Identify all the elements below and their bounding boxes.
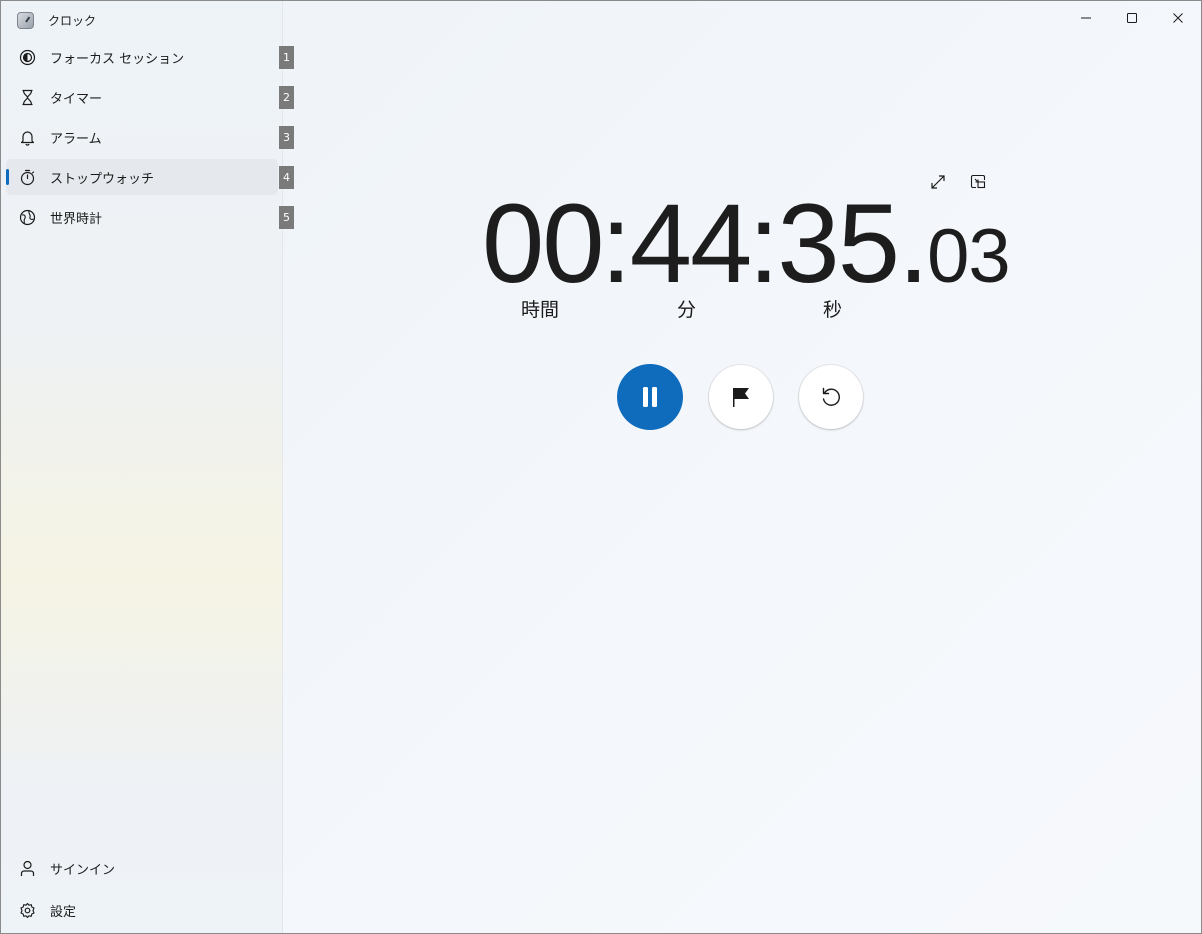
nav-label: アラーム: [50, 131, 102, 147]
hours-unit-label: 時間: [521, 299, 560, 321]
stopwatch-controls: [617, 364, 863, 430]
bell-icon: [18, 128, 36, 146]
seconds-unit-label: 秒: [823, 299, 843, 321]
stopwatch-panel: 00 : 44 : 35 . 03 時間 分 秒: [284, 1, 1201, 933]
hours-value: 00: [482, 181, 605, 306]
time-separator: :: [600, 181, 632, 306]
hourglass-icon: [18, 88, 36, 106]
flag-icon: [733, 388, 749, 407]
reset-icon: [822, 387, 840, 406]
fraction-value: 03: [927, 214, 1011, 299]
app-title: クロック: [48, 13, 97, 28]
nav-item-timer[interactable]: タイマー 2: [6, 79, 294, 115]
nav-label: フォーカス セッション: [50, 51, 185, 67]
nav-item-focus-session[interactable]: フォーカス セッション 1: [6, 39, 294, 75]
selection-indicator: [6, 169, 9, 185]
sidebar: クロック フォーカス セッション 1 タイマー 2 アラーム 3 ストップウォッ…: [1, 1, 294, 933]
nav-label: タイマー: [50, 91, 103, 107]
gear-icon: [18, 901, 36, 919]
seconds-value: 35: [777, 181, 900, 306]
nav-label: 世界時計: [50, 211, 103, 227]
nav-item-stopwatch[interactable]: ストップウォッチ 4: [6, 159, 294, 195]
nav-list: フォーカス セッション 1 タイマー 2 アラーム 3 ストップウォッチ 4 世…: [6, 39, 296, 239]
minutes-unit-label: 分: [677, 299, 697, 321]
decimal-point: .: [897, 181, 929, 306]
reset-button[interactable]: [799, 365, 863, 429]
globe-icon: [18, 208, 36, 226]
elapsed-time: 00 : 44 : 35 . 03: [482, 179, 1011, 306]
settings-label: 設定: [50, 904, 77, 920]
clock-window: クロック フォーカス セッション 1 タイマー 2 アラーム 3 ストップウォッ…: [0, 0, 1202, 934]
stopwatch-icon: [18, 168, 36, 186]
bottom-nav: サインイン 設定: [6, 849, 278, 933]
time-separator: :: [748, 181, 780, 306]
sign-in-label: サインイン: [50, 862, 116, 878]
lap-button[interactable]: [709, 365, 773, 429]
settings-button[interactable]: 設定: [6, 891, 278, 929]
nav-item-alarm[interactable]: アラーム 3: [6, 119, 294, 155]
nav-label: ストップウォッチ: [50, 171, 155, 187]
nav-item-world-clock[interactable]: 世界時計 5: [6, 199, 294, 235]
minutes-value: 44: [629, 181, 753, 306]
focus-icon: [18, 48, 36, 66]
clock-app-icon: [17, 11, 34, 29]
pause-icon: [643, 387, 657, 407]
person-icon: [18, 859, 36, 877]
app-title-bar: クロック: [17, 10, 96, 30]
pause-button[interactable]: [617, 364, 683, 430]
sign-in-button[interactable]: サインイン: [6, 849, 278, 887]
